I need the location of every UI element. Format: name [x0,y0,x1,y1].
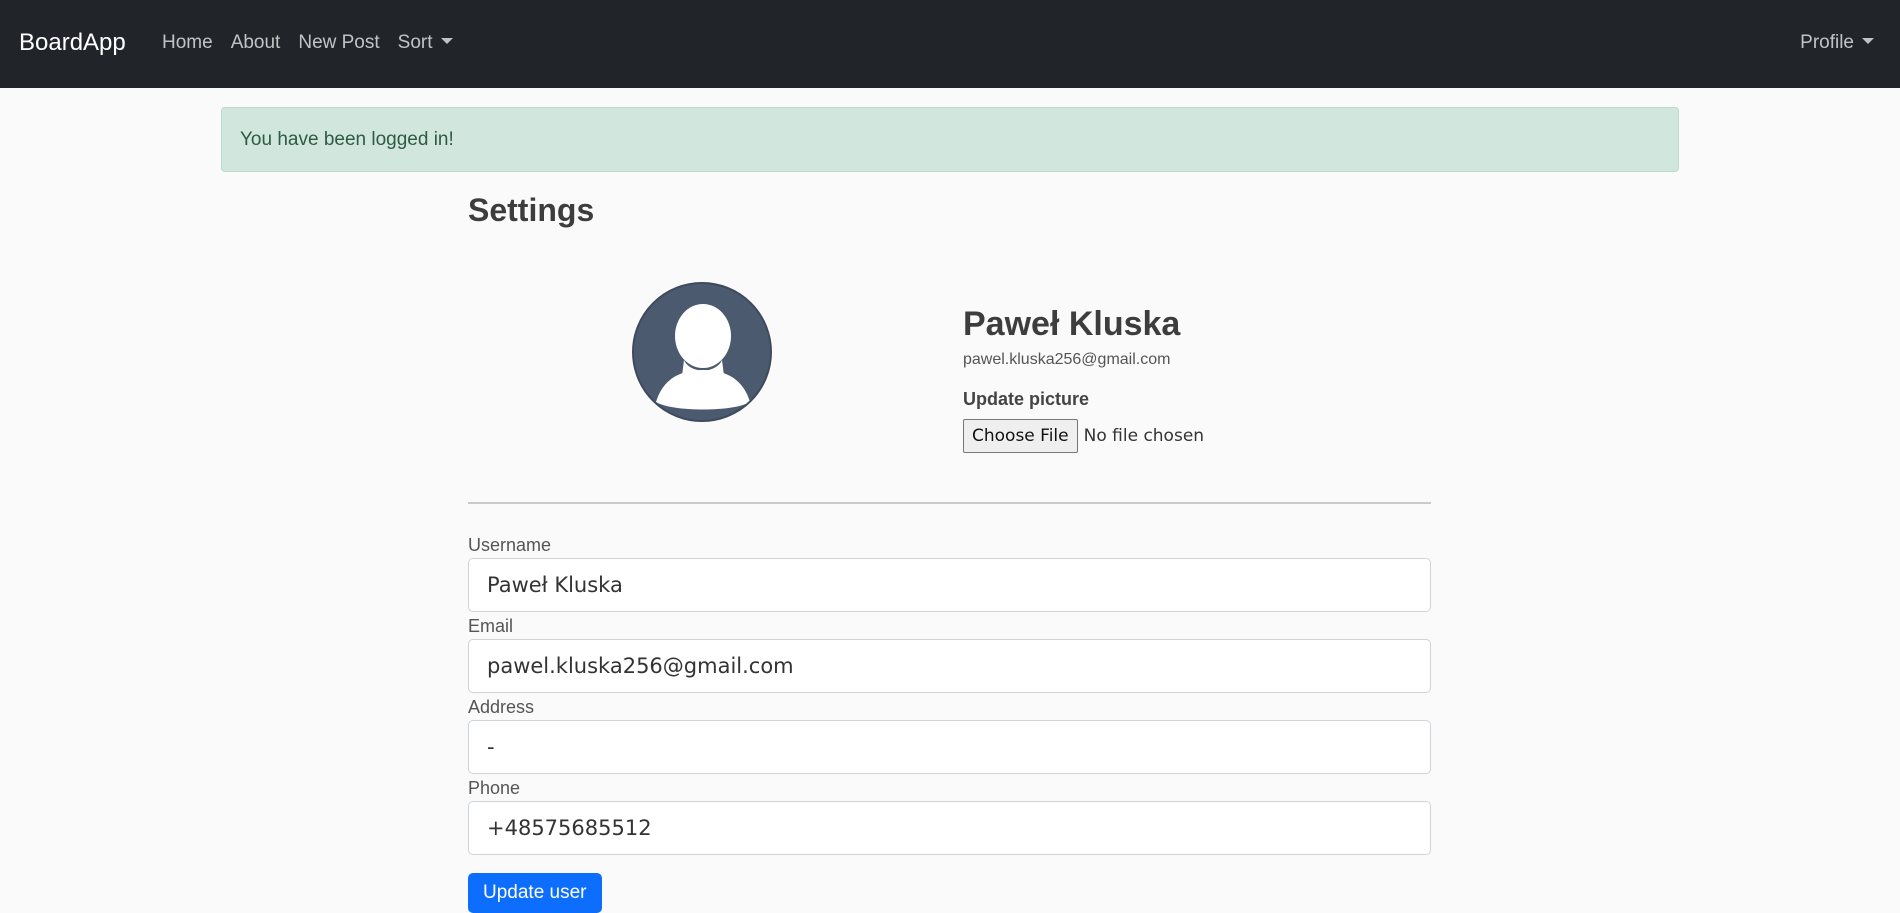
file-status: No file chosen [1083,426,1205,446]
nav-about-link[interactable]: About [231,31,281,55]
navbar: BoardApp Home About New Post Sort Profil… [0,0,1900,88]
profile-label: Profile [1800,32,1854,53]
choose-file-button[interactable]: Choose File [963,419,1078,453]
nav-links: Home About New Post Sort [162,31,471,55]
username-label: Username [468,535,552,555]
alert-message: You have been logged in! [240,129,454,150]
phone-input[interactable]: +48575685512 [468,801,1431,855]
email-label: Email [468,616,514,636]
phone-label: Phone [468,778,521,798]
divider [468,502,1431,504]
nav-sort-label: Sort [397,32,433,53]
username-input[interactable]: Paweł Kluska [468,558,1431,612]
update-picture-label: Update picture [963,389,1090,409]
user-silhouette-icon [656,304,750,410]
nav-home-link[interactable]: Home [162,31,213,55]
address-input[interactable]: - [468,720,1431,774]
profile-dropdown[interactable]: Profile [1800,31,1874,55]
brand-link[interactable]: BoardApp [19,28,126,58]
file-input: Choose File No file chosen [963,419,1204,453]
address-label: Address [468,697,535,717]
nav-new-post-link[interactable]: New Post [298,31,379,55]
caret-down-icon [440,38,453,45]
nav-sort-dropdown[interactable]: Sort [398,31,453,55]
success-alert: You have been logged in! [221,107,1679,172]
profile-email: pawel.kluska256@gmail.com [963,351,1171,368]
caret-down-icon [1862,38,1874,45]
email-input[interactable]: pawel.kluska256@gmail.com [468,639,1431,693]
avatar [632,282,772,422]
profile-name: Paweł Kluska [963,305,1181,343]
update-user-button[interactable]: Update user [468,873,602,913]
page-title: Settings [468,192,595,228]
